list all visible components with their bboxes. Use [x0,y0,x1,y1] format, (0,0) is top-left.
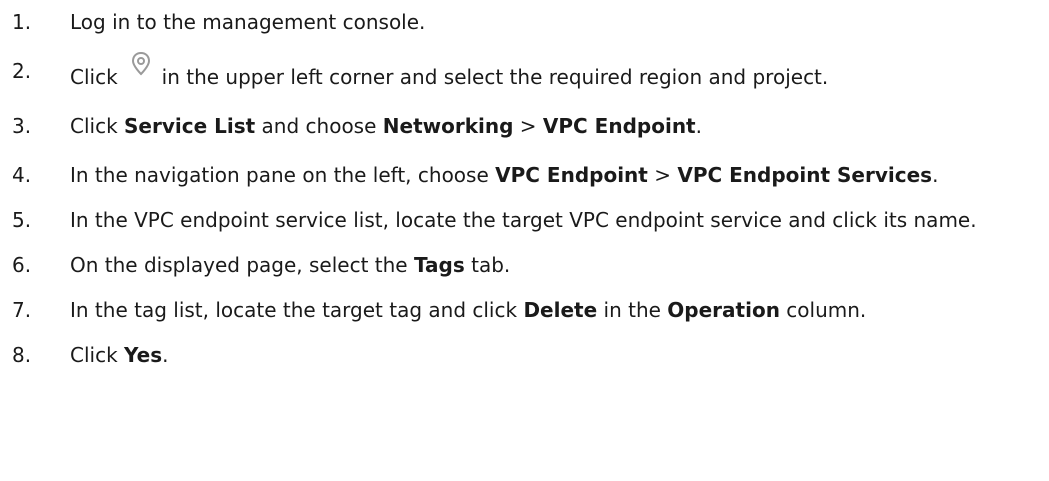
step-number: 6. [12,253,32,277]
text-run: In the tag list, locate the target tag a… [70,298,524,322]
ui-term-yes: Yes [124,343,163,367]
ui-term-vpc-endpoint: VPC Endpoint [542,114,696,138]
step-number: 3. [12,114,32,138]
text-run: In the navigation pane on the left, choo… [70,163,496,187]
ui-term-networking: Networking [382,114,514,138]
text-run: Click [70,114,125,138]
text-run: column. [779,298,867,322]
step-text: Click in the upper left corner and select… [70,51,829,89]
ui-term-service-list: Service List [124,114,256,138]
step-number: 7. [12,298,32,322]
step-text: In the tag list, locate the target tag a… [70,298,866,322]
text-run: in the [597,298,668,322]
text-run: Click [70,343,125,367]
text-run: and choose [255,114,383,138]
step-7: 7. In the tag list, locate the target ta… [0,296,1049,324]
step-2: 2. Click in the upper left corner and sel… [0,51,1049,91]
text-run: tab. [464,253,511,277]
text-run: On the displayed page, select the [70,253,414,277]
step-number: 8. [12,343,32,367]
step-5: 5. In the VPC endpoint service list, loc… [0,206,1049,234]
ui-term-delete: Delete [523,298,598,322]
step-text: Click Yes. [70,343,169,367]
ui-term-tags: Tags [413,253,465,277]
text-run: Log in to the management console. [70,10,426,34]
step-4: 4. In the navigation pane on the left, c… [0,161,1049,189]
text-run: in the upper left corner and select the … [161,65,829,89]
step-1: 1. Log in to the management console. [0,8,1049,36]
text-run: . [695,114,702,138]
step-number: 2. [12,59,32,83]
step-text: On the displayed page, select the Tags t… [70,253,510,277]
ui-term-operation: Operation [667,298,780,322]
text-run: > [513,114,543,138]
text-run: In the VPC endpoint service list, locate… [70,208,977,232]
ui-term-vpc-endpoint-services: VPC Endpoint Services [677,163,933,187]
step-text: Log in to the management console. [70,10,425,34]
text-run: . [932,163,939,187]
text-run: . [162,343,169,367]
step-number: 1. [12,10,32,34]
step-text: In the navigation pane on the left, choo… [70,163,938,187]
step-number: 4. [12,163,32,187]
step-3: 3. Click Service List and choose Network… [0,112,1049,140]
procedure-steps: 1. Log in to the management console. 2. … [0,8,1049,369]
text-run: > [647,163,678,187]
step-8: 8. Click Yes. [0,341,1049,369]
document: 1. Log in to the management console. 2. … [0,0,1049,481]
step-number: 5. [12,208,32,232]
step-text: Click Service List and choose Networking… [70,114,702,138]
step-text: In the VPC endpoint service list, locate… [70,208,977,232]
ui-term-vpc-endpoint: VPC Endpoint [495,163,648,187]
text-run: Click [70,65,118,89]
location-pin-icon [126,49,156,79]
step-6: 6. On the displayed page, select the Tag… [0,251,1049,279]
